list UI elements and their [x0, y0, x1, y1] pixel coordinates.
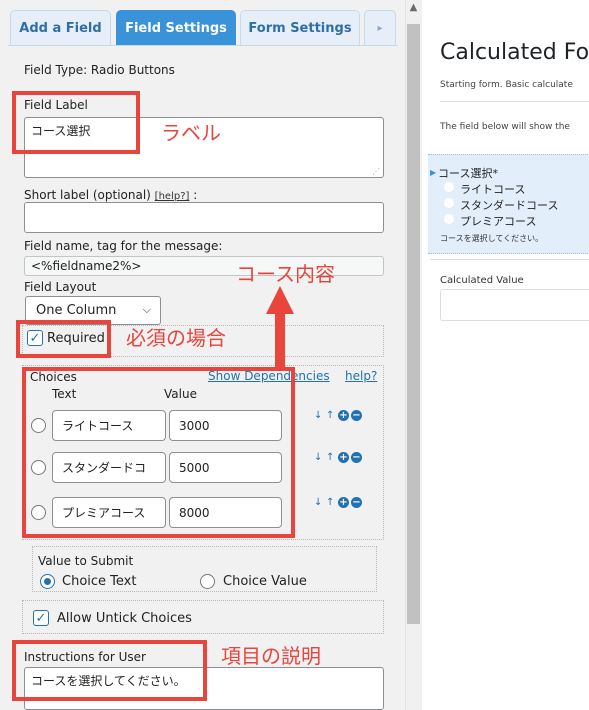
- preview-option: スタンダードコース: [460, 199, 559, 212]
- annotation-label-text: ラベル: [161, 121, 221, 145]
- annotation-description-text: 項目の説明: [221, 644, 321, 668]
- preview-note: The field below will show the: [440, 122, 570, 132]
- preview-radio[interactable]: [444, 214, 454, 224]
- field-name-value: <%fieldname2%>: [31, 259, 142, 273]
- preview-subtitle: Starting form. Basic calculate: [440, 80, 573, 90]
- chevron-down-icon: ⌵: [142, 303, 151, 316]
- field-name-heading: Field name, tag for the message:: [24, 239, 223, 253]
- short-label-input[interactable]: [24, 202, 384, 233]
- tab-add-field[interactable]: Add a Field: [10, 10, 111, 46]
- tab-divider: [8, 45, 398, 46]
- move-down-icon[interactable]: ↓: [314, 452, 322, 463]
- preview-instructions: コースを選択してください。: [440, 234, 544, 243]
- form-preview: Calculated Fo Starting form. Basic calcu…: [422, 0, 589, 710]
- preview-divider: [430, 259, 589, 260]
- selected-pointer-icon: ▶: [430, 168, 437, 177]
- short-label-text: Short label (optional): [24, 188, 155, 202]
- field-layout-value: One Column: [36, 303, 117, 318]
- choice-value-radio[interactable]: [200, 574, 215, 589]
- field-type-text: Field Type: Radio Buttons: [24, 63, 175, 77]
- annotation-required-text: 必須の場合: [126, 326, 226, 350]
- move-down-icon[interactable]: ↓: [314, 410, 322, 421]
- choice-text-option: Choice Text: [62, 574, 137, 589]
- move-up-icon[interactable]: ↑: [326, 410, 334, 421]
- remove-choice-icon[interactable]: −: [351, 497, 362, 508]
- preview-divider: [440, 101, 589, 102]
- allow-untick-label: Allow Untick Choices: [57, 611, 192, 626]
- scroll-up-icon[interactable]: ▲: [405, 2, 422, 18]
- annotation-box-instructions: [12, 640, 207, 701]
- tab-field-settings[interactable]: Field Settings: [116, 10, 236, 46]
- preview-title: Calculated Fo: [440, 40, 589, 65]
- choices-help-link[interactable]: help?: [345, 369, 377, 383]
- choice-value-option: Choice Value: [223, 574, 307, 589]
- field-settings-panel: Add a Field Field Settings Form Settings…: [0, 0, 405, 710]
- field-layout-heading: Field Layout: [24, 280, 97, 294]
- preview-radio[interactable]: [444, 198, 454, 208]
- preview-field-label: コース選択*: [438, 167, 498, 180]
- scrollbar-thumb[interactable]: [407, 24, 420, 624]
- add-choice-icon[interactable]: +: [338, 452, 349, 463]
- add-choice-icon[interactable]: +: [338, 497, 349, 508]
- preview-option: ライトコース: [460, 183, 526, 196]
- move-up-icon[interactable]: ↑: [326, 497, 334, 508]
- annotation-box-choices: [22, 367, 295, 538]
- preview-calc-label: Calculated Value: [440, 275, 524, 286]
- annotation-box-field-label: [12, 91, 140, 154]
- value-to-submit-heading: Value to Submit: [38, 554, 134, 568]
- tab-scroll-right-icon[interactable]: ▸: [364, 10, 396, 46]
- remove-choice-icon[interactable]: −: [351, 410, 362, 421]
- add-choice-icon[interactable]: +: [338, 410, 349, 421]
- short-label-heading: Short label (optional) [help?] :: [24, 188, 197, 202]
- move-down-icon[interactable]: ↓: [314, 497, 322, 508]
- move-up-icon[interactable]: ↑: [326, 452, 334, 463]
- choice-text-radio[interactable]: [40, 574, 55, 589]
- annotation-arrow-icon: [266, 286, 294, 368]
- tab-form-settings[interactable]: Form Settings: [240, 10, 360, 46]
- preview-radio[interactable]: [444, 182, 454, 192]
- resize-handle-icon[interactable]: ⋰: [372, 167, 380, 176]
- short-label-help-link[interactable]: [help?]: [155, 191, 190, 202]
- remove-choice-icon[interactable]: −: [351, 452, 362, 463]
- preview-option: プレミアコース: [460, 215, 537, 228]
- short-label-suffix: :: [189, 188, 198, 202]
- allow-untick-checkbox[interactable]: ✓: [33, 610, 49, 626]
- annotation-box-required: [16, 320, 111, 358]
- preview-calc-input[interactable]: [440, 289, 589, 321]
